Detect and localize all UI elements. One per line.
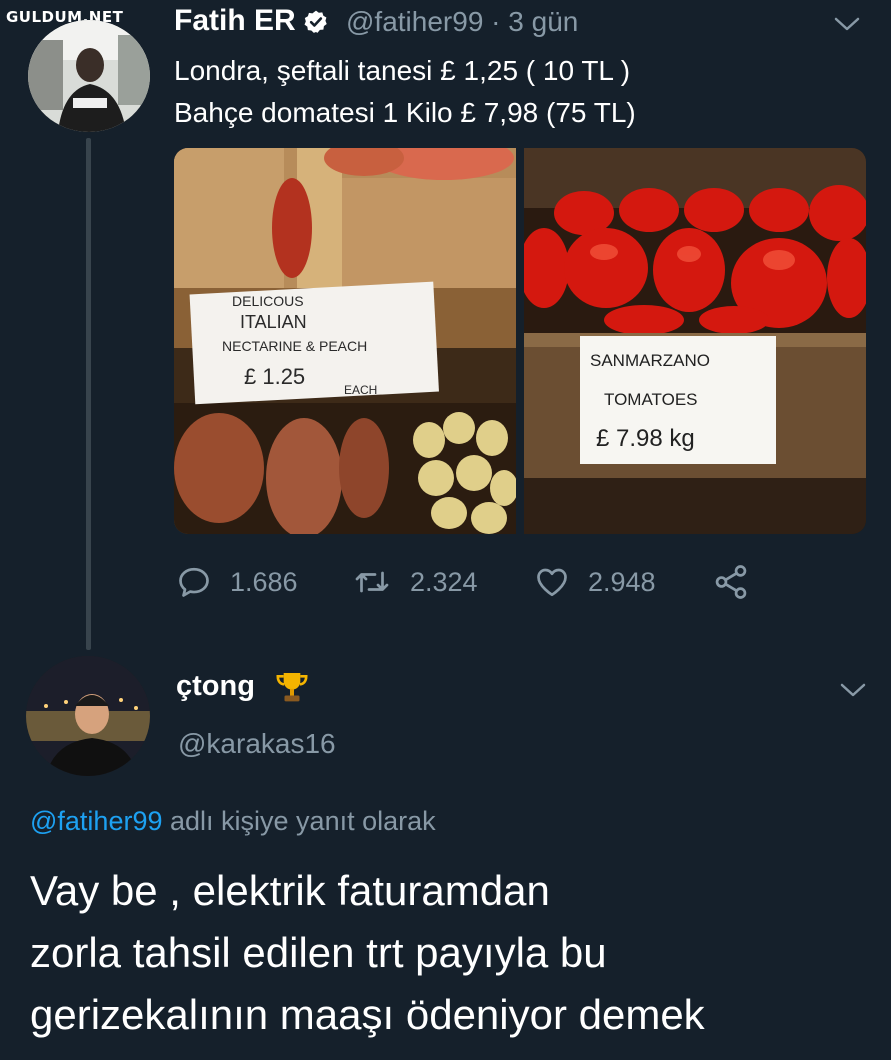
tweet-photo-tomatoes[interactable]: SANMARZANO TOMATOES £ 7.98 kg — [524, 148, 866, 534]
reply-author-avatar[interactable] — [26, 656, 150, 776]
tweet-menu-chevron-icon[interactable] — [832, 14, 862, 34]
trophy-icon — [276, 673, 308, 702]
reply-icon — [179, 567, 209, 597]
reply-body: Vay be , elektrik faturamdan zorla tahsi… — [30, 860, 705, 1046]
author-handle[interactable]: @fatiher99 — [346, 6, 483, 37]
sign-text: £ 1.25 — [244, 364, 305, 389]
sign-text: NECTARINE & PEACH — [222, 338, 367, 354]
tweet-line: Bahçe domatesi 1 Kilo £ 7,98 (75 TL) — [174, 97, 636, 128]
like-count: 2.948 — [588, 566, 656, 597]
retweet-icon — [355, 571, 389, 593]
reply-line: Vay be , elektrik faturamdan — [30, 867, 550, 914]
retweet-button[interactable]: 2.324 — [352, 560, 478, 604]
reply-to-suffix: adlı kişiye yanıt olarak — [170, 806, 436, 836]
tweet-body: Londra, şeftali tanesi £ 1,25 ( 10 TL ) … — [174, 50, 636, 134]
tweet-timestamp[interactable]: 3 gün — [508, 6, 578, 37]
sign-text: ITALIAN — [240, 312, 307, 332]
verified-badge-icon — [304, 10, 327, 33]
reply-author-name[interactable]: çtong — [176, 670, 255, 703]
sign-text: SANMARZANO — [590, 351, 710, 370]
tweet-line: Londra, şeftali tanesi £ 1,25 ( 10 TL ) — [174, 55, 631, 86]
reply-to-mention-link[interactable]: @fatiher99 — [30, 806, 162, 836]
like-button[interactable]: 2.948 — [534, 560, 656, 604]
sign-text: DELICOUS — [232, 293, 304, 309]
reply-count: 1.686 — [230, 566, 298, 597]
retweet-count: 2.324 — [410, 566, 478, 597]
share-icon — [715, 565, 747, 599]
share-button[interactable] — [712, 560, 768, 604]
reply-author-handle[interactable]: @karakas16 — [178, 728, 336, 760]
author-avatar[interactable] — [28, 20, 150, 132]
reply-line: zorla tahsil edilen trt payıyla bu — [30, 929, 607, 976]
reply-menu-chevron-icon[interactable] — [838, 680, 868, 700]
thread-connector-line — [86, 138, 91, 650]
sign-text: EACH — [344, 383, 377, 397]
sign-text: TOMATOES — [604, 390, 698, 409]
replying-to-line: @fatiher99 adlı kişiye yanıt olarak — [30, 806, 436, 837]
tweet-photo-peaches[interactable]: DELICOUS ITALIAN NECTARINE & PEACH £ 1.2… — [174, 148, 516, 534]
heart-icon — [537, 568, 567, 597]
author-name[interactable]: Fatih ER — [174, 4, 296, 38]
dot-separator: · — [491, 6, 501, 37]
sign-text: £ 7.98 kg — [596, 425, 695, 452]
reply-line: gerizekalının maaşı ödeniyor demek — [30, 991, 705, 1038]
reply-button[interactable]: 1.686 — [176, 560, 298, 604]
